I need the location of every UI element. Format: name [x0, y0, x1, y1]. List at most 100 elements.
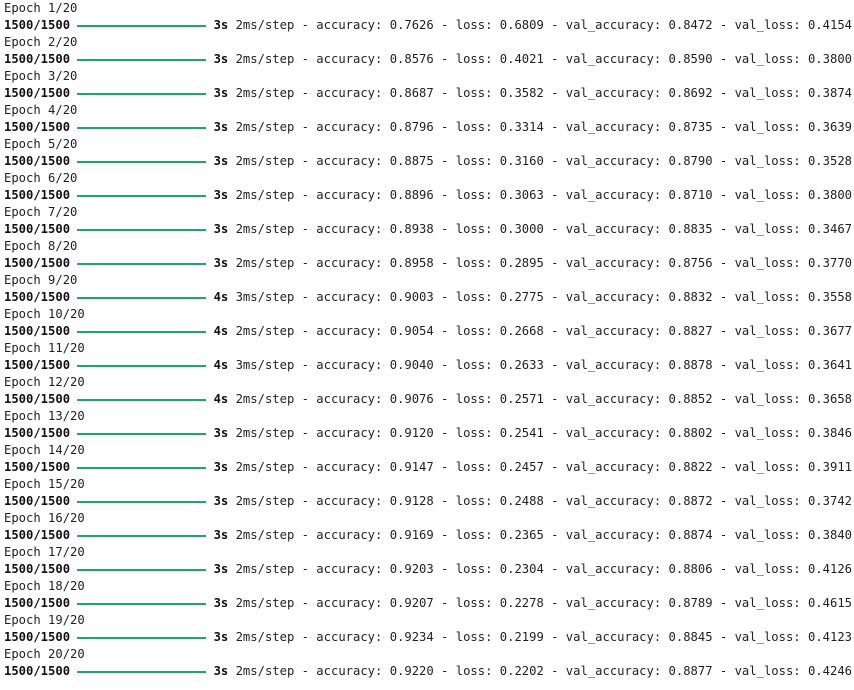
loss-value: 0.2633 — [499, 358, 544, 372]
separator-text: - accuracy: — [294, 120, 390, 134]
step-count: 1500/1500 — [4, 120, 71, 134]
val-loss-value: 0.3874 — [807, 86, 852, 100]
accuracy-value: 0.9003 — [389, 290, 434, 304]
epoch-header: Epoch 15/20 — [4, 477, 85, 491]
loss-value: 0.3160 — [499, 154, 544, 168]
per-step-time: 2ms/step — [235, 460, 295, 474]
separator-text: - accuracy: — [294, 460, 390, 474]
step-count: 1500/1500 — [4, 18, 71, 32]
accuracy-value: 0.9169 — [389, 528, 434, 542]
per-step-time: 2ms/step — [235, 222, 295, 236]
epoch-progress-line: 1500/1500 3s 2ms/step - accuracy: 0.8687 … — [4, 85, 852, 102]
separator-text: - val_loss: — [712, 596, 808, 610]
per-step-time: 2ms/step — [235, 426, 295, 440]
per-step-time: 2ms/step — [235, 664, 295, 678]
epoch-progress-line: 1500/1500 3s 2ms/step - accuracy: 0.9220 … — [4, 663, 852, 680]
progress-bar — [77, 160, 206, 163]
accuracy-value: 0.9120 — [389, 426, 434, 440]
separator-text: - val_accuracy: — [543, 188, 669, 202]
accuracy-value: 0.8576 — [389, 52, 434, 66]
progress-bar — [77, 432, 206, 435]
separator-text: - val_accuracy: — [543, 18, 669, 32]
loss-value: 0.6809 — [499, 18, 544, 32]
separator-text: - accuracy: — [294, 392, 390, 406]
separator-text: - loss: — [433, 528, 500, 542]
progress-bar — [77, 92, 206, 95]
progress-bar — [77, 194, 206, 197]
progress-bar — [77, 636, 206, 639]
epoch-time: 3s — [213, 630, 229, 644]
accuracy-value: 0.9076 — [389, 392, 434, 406]
step-count: 1500/1500 — [4, 596, 71, 610]
per-step-time: 2ms/step — [235, 154, 295, 168]
epoch-progress-line: 1500/1500 4s 3ms/step - accuracy: 0.9003 … — [4, 289, 852, 306]
val-loss-value: 0.3639 — [807, 120, 852, 134]
progress-bar — [77, 602, 206, 605]
separator-text: - val_accuracy: — [543, 120, 669, 134]
val-accuracy-value: 0.8756 — [668, 256, 713, 270]
separator-text: - val_loss: — [712, 630, 808, 644]
epoch-header: Epoch 2/20 — [4, 35, 78, 49]
epoch-header: Epoch 19/20 — [4, 613, 85, 627]
accuracy-value: 0.8896 — [389, 188, 434, 202]
epoch-header: Epoch 9/20 — [4, 273, 78, 287]
val-loss-value: 0.3641 — [807, 358, 852, 372]
separator-text — [228, 357, 235, 374]
separator-text: - val_loss: — [712, 664, 808, 678]
epoch-header: Epoch 5/20 — [4, 137, 78, 151]
step-count: 1500/1500 — [4, 392, 71, 406]
val-accuracy-value: 0.8874 — [668, 528, 713, 542]
epoch-header: Epoch 13/20 — [4, 409, 85, 423]
accuracy-value: 0.8687 — [389, 86, 434, 100]
epoch-progress-line: 1500/1500 3s 2ms/step - accuracy: 0.8958 … — [4, 255, 852, 272]
epoch-time: 3s — [213, 460, 229, 474]
epoch-header: Epoch 7/20 — [4, 205, 78, 219]
separator-text: - val_accuracy: — [543, 596, 669, 610]
progress-bar — [77, 500, 206, 503]
loss-value: 0.2304 — [499, 562, 544, 576]
epoch-header: Epoch 12/20 — [4, 375, 85, 389]
separator-text: - accuracy: — [294, 188, 390, 202]
epoch-progress-line: 1500/1500 3s 2ms/step - accuracy: 0.8896 … — [4, 187, 852, 204]
separator-text: - loss: — [433, 222, 500, 236]
progress-bar — [77, 330, 206, 333]
val-loss-value: 0.3770 — [807, 256, 852, 270]
epoch-time: 3s — [213, 154, 229, 168]
separator-text — [228, 51, 235, 68]
separator-text: - val_loss: — [712, 290, 808, 304]
separator-text — [228, 85, 235, 102]
separator-text: - val_accuracy: — [543, 324, 669, 338]
epoch-header: Epoch 6/20 — [4, 171, 78, 185]
epoch-time: 4s — [213, 392, 229, 406]
separator-text: - accuracy: — [294, 426, 390, 440]
epoch-time: 4s — [213, 358, 229, 372]
val-accuracy-value: 0.8845 — [668, 630, 713, 644]
separator-text: - accuracy: — [294, 664, 390, 678]
val-accuracy-value: 0.8735 — [668, 120, 713, 134]
val-accuracy-value: 0.8590 — [668, 52, 713, 66]
val-loss-value: 0.3742 — [807, 494, 852, 508]
epoch-progress-line: 1500/1500 3s 2ms/step - accuracy: 0.9207 … — [4, 595, 852, 612]
separator-text: - val_loss: — [712, 460, 808, 474]
progress-bar — [77, 262, 206, 265]
separator-text — [228, 323, 235, 340]
separator-text: - loss: — [433, 290, 500, 304]
loss-value: 0.2775 — [499, 290, 544, 304]
separator-text — [228, 527, 235, 544]
loss-value: 0.2571 — [499, 392, 544, 406]
loss-value: 0.3314 — [499, 120, 544, 134]
separator-text: - loss: — [433, 358, 500, 372]
per-step-time: 3ms/step — [235, 290, 295, 304]
step-count: 1500/1500 — [4, 664, 71, 678]
epoch-header: Epoch 20/20 — [4, 647, 85, 661]
separator-text: - val_loss: — [712, 494, 808, 508]
separator-text: - val_accuracy: — [543, 664, 669, 678]
step-count: 1500/1500 — [4, 460, 71, 474]
epoch-progress-line: 1500/1500 3s 2ms/step - accuracy: 0.8576 … — [4, 51, 852, 68]
val-accuracy-value: 0.8802 — [668, 426, 713, 440]
val-accuracy-value: 0.8835 — [668, 222, 713, 236]
progress-bar — [77, 296, 206, 299]
val-loss-value: 0.3658 — [807, 392, 852, 406]
accuracy-value: 0.8958 — [389, 256, 434, 270]
separator-text: - loss: — [433, 324, 500, 338]
